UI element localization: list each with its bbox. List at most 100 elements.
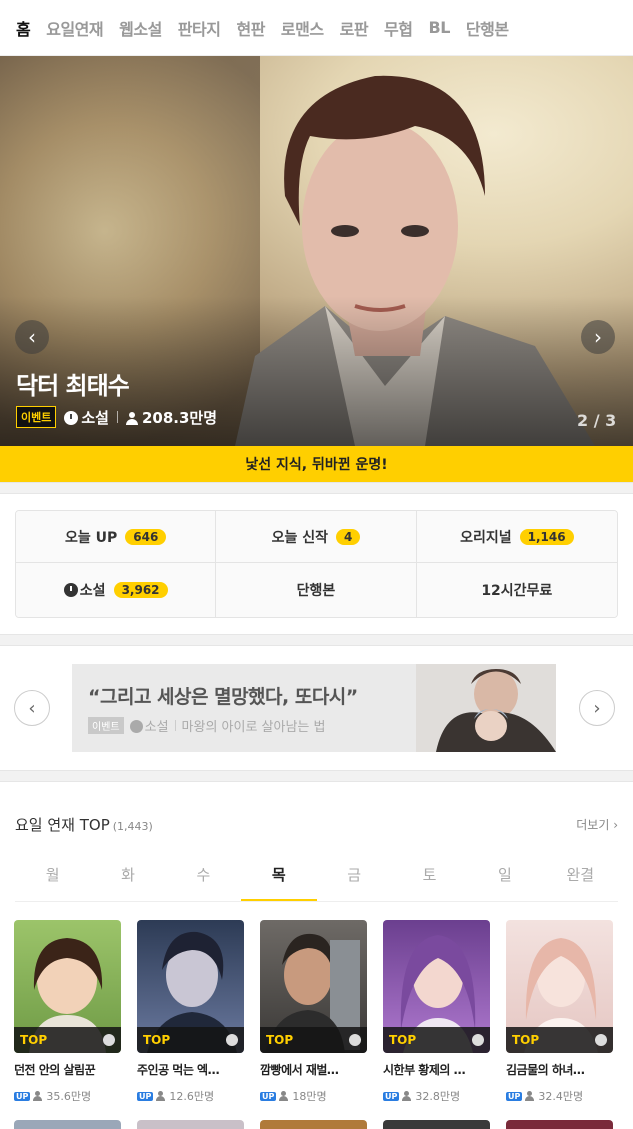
- top-label-text: TOP: [512, 1033, 540, 1047]
- section-count: (1,443): [112, 820, 153, 833]
- tab-modern-fantasy[interactable]: 현판: [228, 16, 272, 40]
- day-tab-thu[interactable]: 목: [241, 855, 317, 901]
- book-cover: TOP: [506, 920, 613, 1053]
- clock-icon: [595, 1034, 607, 1046]
- section-divider: [0, 770, 633, 782]
- tab-fantasy[interactable]: 판타지: [170, 16, 229, 40]
- hero-banner[interactable]: 낯선 지식, 뒤바뀐 운명!: [0, 446, 633, 482]
- book-cover: TOP: [260, 920, 367, 1053]
- count-badge: 646: [125, 528, 167, 545]
- top-label-text: TOP: [266, 1033, 294, 1047]
- book-item[interactable]: TOP 던전 안의 살림꾼 UP 35.6만명: [14, 920, 121, 1104]
- top-label-text: TOP: [389, 1033, 417, 1047]
- tab-martial-arts[interactable]: 무협: [376, 16, 420, 40]
- chevron-right-icon: ›: [594, 325, 602, 349]
- promo-meta: 이벤트 소설 마왕의 아이로 살아남는 법: [88, 716, 326, 735]
- divider: [116, 411, 118, 423]
- top-label: TOP: [14, 1027, 121, 1053]
- clock-icon: [349, 1034, 361, 1046]
- clock-icon: [103, 1034, 115, 1046]
- day-tab-mon[interactable]: 월: [15, 855, 90, 901]
- hero-meta: 이벤트 소설 208.3만명: [16, 406, 217, 428]
- book-cover-partial[interactable]: [383, 1120, 490, 1129]
- hero-carousel[interactable]: ‹ › 닥터 최태수 이벤트 소설 208.3만명 2 / 3: [0, 56, 633, 446]
- menu-today-new[interactable]: 오늘 신작 4: [216, 511, 417, 563]
- book-item[interactable]: TOP 시한부 황제의 … UP 32.8만명: [383, 920, 490, 1104]
- chevron-right-icon: ›: [593, 697, 601, 719]
- book-item[interactable]: TOP 주인공 먹는 엑… UP 12.6만명: [137, 920, 244, 1104]
- book-views: 35.6만명: [46, 1090, 92, 1103]
- up-badge: UP: [14, 1091, 31, 1101]
- section-divider: [0, 634, 633, 646]
- book-title: 던전 안의 살림꾼: [14, 1063, 96, 1077]
- menu-label: 오늘 UP: [65, 529, 118, 546]
- tab-single-volume[interactable]: 단행본: [458, 16, 517, 40]
- tab-weekday[interactable]: 요일연재: [38, 16, 111, 40]
- event-badge: 이벤트: [16, 406, 57, 428]
- top-label: TOP: [506, 1027, 613, 1053]
- book-cover-partial[interactable]: [137, 1120, 244, 1129]
- book-stats: UP 32.8만명: [383, 1088, 490, 1104]
- promo-carousel: ‹ “그리고 세상은 멸망했다, 또다시” 이벤트 소설 마왕의 아이로 살아남…: [0, 646, 633, 770]
- clock-icon: [226, 1034, 238, 1046]
- clock-icon: [129, 720, 143, 733]
- promo-next-button[interactable]: ›: [579, 690, 615, 726]
- up-badge: UP: [506, 1091, 523, 1101]
- menu-single-volume[interactable]: 단행본: [216, 563, 417, 617]
- tab-romance[interactable]: 로맨스: [273, 16, 332, 40]
- tab-webnovel[interactable]: 웹소설: [111, 16, 170, 40]
- menu-novel[interactable]: 소설 3,962: [16, 563, 217, 617]
- book-item[interactable]: TOP 김금물의 하녀… UP 32.4만명: [506, 920, 613, 1104]
- top-label: TOP: [383, 1027, 490, 1053]
- more-link[interactable]: 더보기 ›: [576, 816, 618, 833]
- chevron-left-icon: ‹: [28, 325, 36, 349]
- person-icon: [33, 1091, 43, 1101]
- book-cover: TOP: [14, 920, 121, 1053]
- day-tab-tue[interactable]: 화: [90, 855, 165, 901]
- book-stats: UP 35.6만명: [14, 1088, 121, 1104]
- menu-label-text: 소설: [79, 583, 106, 599]
- person-icon: [125, 411, 138, 425]
- book-stats: UP 32.4만명: [506, 1088, 613, 1104]
- day-tab-sun[interactable]: 일: [467, 855, 542, 901]
- tab-bl[interactable]: BL: [421, 18, 458, 37]
- up-badge: UP: [137, 1091, 154, 1101]
- book-cover-partial[interactable]: [260, 1120, 367, 1129]
- tab-home[interactable]: 홈: [8, 16, 38, 40]
- hero-next-button[interactable]: ›: [581, 320, 615, 354]
- book-stats: UP 18만명: [260, 1088, 367, 1104]
- hero-views: 208.3만명: [125, 407, 217, 428]
- book-list: TOP 던전 안의 살림꾼 UP 35.6만명 TOP 주인공 먹는 엑… UP 1…: [0, 902, 633, 1104]
- promo-quote: “그리고 세상은 멸망했다, 또다시”: [88, 686, 358, 708]
- book-views: 32.4만명: [538, 1090, 584, 1103]
- promo-card[interactable]: “그리고 세상은 멸망했다, 또다시” 이벤트 소설 마왕의 아이로 살아남는 …: [72, 664, 556, 752]
- day-tab-sat[interactable]: 토: [392, 855, 467, 901]
- day-tab-wed[interactable]: 수: [166, 855, 241, 901]
- book-item[interactable]: TOP 깜빵에서 재벌… UP 18만명: [260, 920, 367, 1104]
- person-icon: [525, 1091, 535, 1101]
- category-tabs: 홈 요일연재 웹소설 판타지 현판 로맨스 로판 무협 BL 단행본: [0, 0, 633, 56]
- section-divider: [0, 482, 633, 494]
- top-label: TOP: [137, 1027, 244, 1053]
- book-title: 깜빵에서 재벌…: [260, 1063, 339, 1077]
- weekday-tabs: 월 화 수 목 금 토 일 완결: [15, 855, 618, 902]
- chevron-left-icon: ‹: [28, 697, 36, 719]
- book-cover-partial[interactable]: [14, 1120, 121, 1129]
- menu-12h-free[interactable]: 12시간무료: [416, 563, 617, 617]
- up-badge: UP: [260, 1091, 277, 1101]
- event-badge: 이벤트: [88, 717, 124, 734]
- hero-category: 소설: [64, 407, 109, 428]
- promo-category-label: 소설: [144, 720, 169, 735]
- count-badge: 4: [336, 528, 361, 545]
- book-title: 김금물의 하녀…: [506, 1063, 585, 1077]
- tab-romance-fantasy[interactable]: 로판: [332, 16, 376, 40]
- book-cover: TOP: [383, 920, 490, 1053]
- hero-prev-button[interactable]: ‹: [15, 320, 49, 354]
- day-tab-fri[interactable]: 금: [317, 855, 392, 901]
- day-tab-completed[interactable]: 완결: [543, 855, 618, 901]
- menu-today-up[interactable]: 오늘 UP 646: [16, 511, 217, 563]
- menu-original[interactable]: 오리지널 1,146: [416, 511, 617, 563]
- book-cover-partial[interactable]: [506, 1120, 613, 1129]
- promo-prev-button[interactable]: ‹: [14, 690, 50, 726]
- menu-label: 소설: [63, 580, 106, 600]
